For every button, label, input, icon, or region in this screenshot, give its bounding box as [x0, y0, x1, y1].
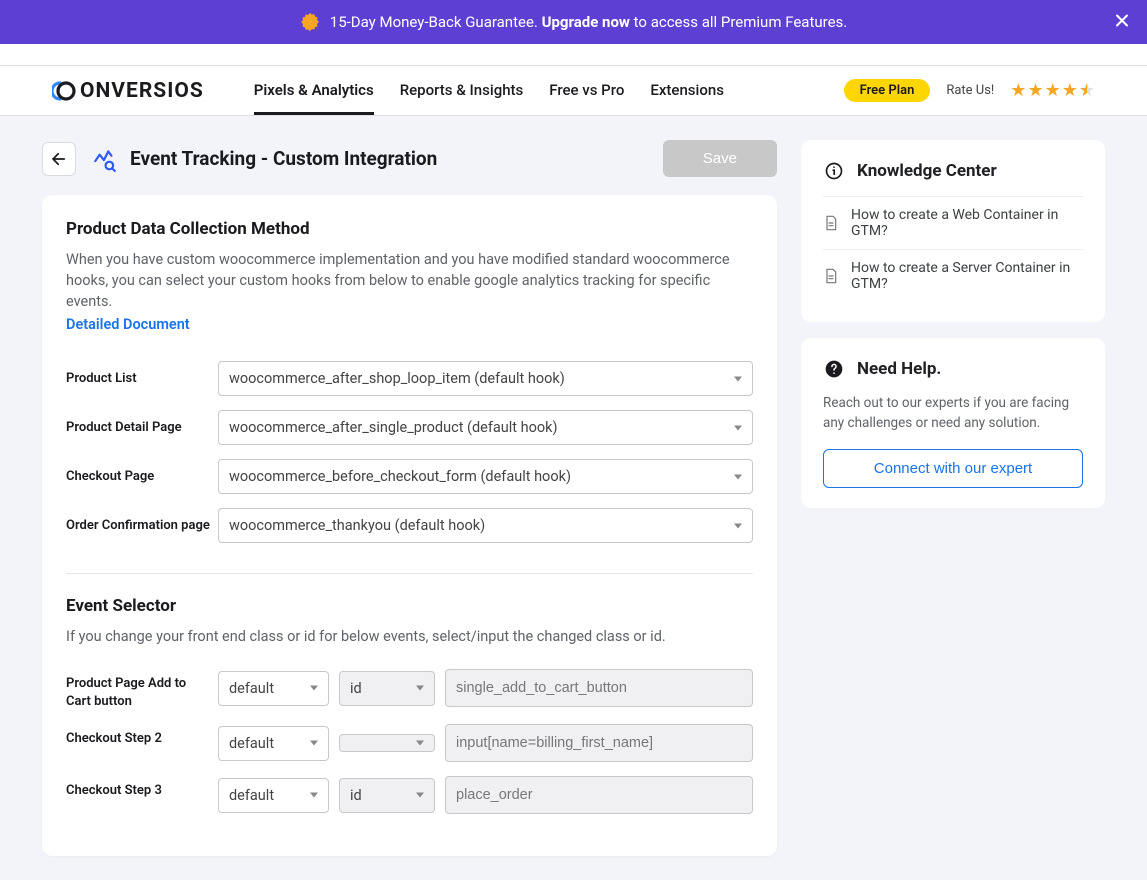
product-detail-select[interactable]: woocommerce_after_single_product (defaul… [218, 410, 753, 445]
need-help-card: Need Help. Reach out to our experts if y… [801, 338, 1105, 508]
product-list-select[interactable]: woocommerce_after_shop_loop_item (defaul… [218, 361, 753, 396]
rate-us-label: Rate Us! [946, 83, 994, 98]
nav-tab-extensions[interactable]: Extensions [650, 67, 724, 115]
knowledge-center-card: Knowledge Center How to create a Web Con… [801, 140, 1105, 322]
pdc-title: Product Data Collection Method [66, 219, 753, 239]
back-button[interactable] [42, 142, 76, 176]
add-to-cart-type-select[interactable]: id [339, 671, 435, 706]
es-title: Event Selector [66, 596, 753, 616]
document-icon [823, 215, 839, 231]
checkout-page-label: Checkout Page [66, 469, 218, 484]
star-icon: ★ [1027, 80, 1043, 101]
rating-stars[interactable]: ★ ★ ★ ★ ★ ★ [1010, 80, 1095, 101]
add-to-cart-mode-select[interactable]: default [218, 671, 329, 706]
save-button[interactable]: Save [663, 140, 777, 177]
connect-expert-button[interactable]: Connect with our expert [823, 449, 1083, 488]
checkout-step3-label: Checkout Step 3 [66, 776, 206, 800]
es-description: If you change your front end class or id… [66, 626, 753, 647]
help-title: Need Help. [857, 359, 941, 379]
checkout-step2-type-select[interactable] [339, 734, 435, 752]
add-to-cart-value-input[interactable] [445, 669, 753, 707]
checkout-step2-mode-select[interactable]: default [218, 726, 329, 761]
kc-title: Knowledge Center [857, 161, 997, 181]
navbar: ONVERSIOS Pixels & Analytics Reports & I… [0, 66, 1147, 116]
page-title: Event Tracking - Custom Integration [130, 147, 437, 170]
order-confirm-label: Order Confirmation page [66, 518, 218, 533]
star-icon: ★ [1045, 80, 1061, 101]
help-description: Reach out to our experts if you are faci… [823, 394, 1083, 433]
divider [66, 573, 753, 574]
nav-tab-reports[interactable]: Reports & Insights [400, 67, 524, 115]
settings-card: Product Data Collection Method When you … [42, 195, 777, 856]
pdc-description: When you have custom woocommerce impleme… [66, 249, 753, 312]
order-confirm-select[interactable]: woocommerce_thankyou (default hook) [218, 508, 753, 543]
document-icon [823, 268, 839, 284]
promo-banner: 15-Day Money-Back Guarantee. Upgrade now… [0, 0, 1147, 44]
kc-item-server-container[interactable]: How to create a Server Container in GTM? [823, 249, 1083, 302]
nav-tabs: Pixels & Analytics Reports & Insights Fr… [254, 66, 724, 115]
close-icon[interactable] [1115, 12, 1129, 33]
checkout-page-select[interactable]: woocommerce_before_checkout_form (defaul… [218, 459, 753, 494]
help-icon [823, 358, 845, 380]
checkout-step3-value-input[interactable] [445, 776, 753, 814]
star-icon: ★ [1010, 80, 1026, 101]
product-list-label: Product List [66, 371, 218, 386]
star-half-icon: ★ ★ [1079, 80, 1095, 101]
add-to-cart-label: Product Page Add to Cart button [66, 669, 206, 710]
checkout-step2-label: Checkout Step 2 [66, 724, 206, 748]
nav-tab-pixels[interactable]: Pixels & Analytics [254, 67, 374, 115]
promo-text: 15-Day Money-Back Guarantee. Upgrade now… [330, 13, 847, 31]
product-detail-label: Product Detail Page [66, 420, 218, 435]
kc-item-web-container[interactable]: How to create a Web Container in GTM? [823, 196, 1083, 249]
checkout-step3-type-select[interactable]: id [339, 778, 435, 813]
top-spacer [0, 44, 1147, 66]
checkout-step3-mode-select[interactable]: default [218, 778, 329, 813]
checkout-step2-value-input[interactable] [445, 724, 753, 762]
guarantee-badge-icon [300, 12, 320, 32]
info-icon [823, 160, 845, 182]
nav-tab-freevspro[interactable]: Free vs Pro [549, 67, 624, 115]
detailed-document-link[interactable]: Detailed Document [66, 316, 753, 333]
logo[interactable]: ONVERSIOS [52, 79, 204, 103]
analytics-icon [92, 146, 118, 172]
star-icon: ★ [1062, 80, 1078, 101]
plan-badge[interactable]: Free Plan [844, 79, 931, 102]
